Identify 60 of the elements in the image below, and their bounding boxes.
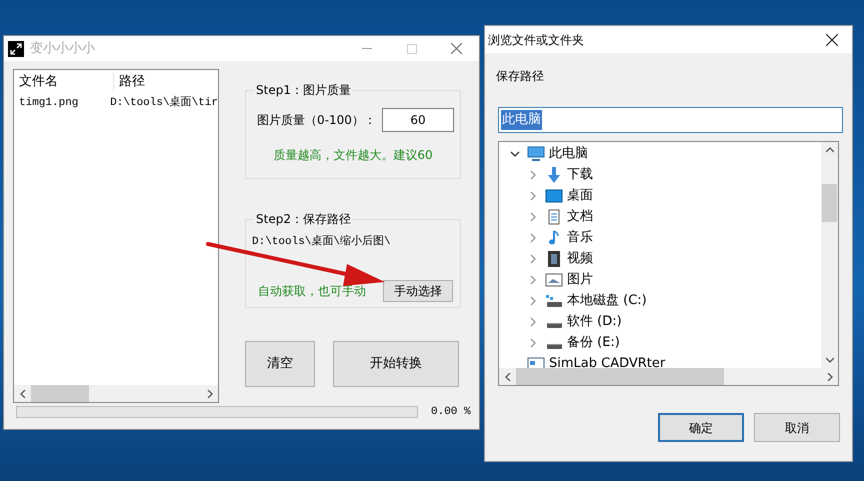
tree-item[interactable]: 视频 (499, 248, 821, 269)
scroll-down-icon[interactable] (826, 356, 834, 364)
prompt-text: 保存路径 (496, 68, 545, 85)
column-header[interactable]: 文件名 (14, 72, 114, 92)
chevron-right-icon[interactable] (528, 296, 538, 306)
column-header[interactable]: 路径 (114, 72, 150, 92)
horizontal-scrollbar[interactable] (499, 368, 838, 385)
tree-item[interactable]: 备份 (E:) (499, 332, 821, 353)
drive-icon (546, 344, 562, 348)
drive-icon (546, 322, 562, 328)
film-icon (545, 250, 563, 266)
scroll-up-icon[interactable] (826, 146, 834, 154)
hint-text: 自动获取，也可手动 (258, 283, 366, 300)
group-title: Step2：保存路径 (254, 211, 353, 227)
tree-item[interactable]: 本地磁盘 (C:) (499, 290, 821, 311)
hint-text: 质量越高，文件越大。建议60 (273, 147, 433, 164)
down-arrow-icon (545, 166, 563, 182)
dialog-button[interactable]: 取消 (754, 413, 840, 442)
tree-item[interactable]: 图片 (499, 269, 821, 290)
desktop-icon (545, 188, 563, 204)
quality-input[interactable]: 60 (382, 108, 454, 132)
vertical-scrollbar[interactable] (821, 142, 838, 368)
start-button[interactable]: 开始转换 (333, 341, 459, 387)
computer-icon (527, 146, 545, 162)
chevron-right-icon[interactable] (528, 316, 538, 326)
chevron-down-icon[interactable] (510, 148, 520, 158)
dialog-button[interactable]: 确定 (658, 413, 744, 442)
tree-item[interactable]: 桌面 (499, 185, 821, 206)
window-title: 变小小小小 (30, 40, 95, 58)
horizontal-scrollbar[interactable] (14, 385, 218, 402)
chevron-right-icon[interactable] (528, 232, 538, 242)
chevron-right-icon[interactable] (528, 338, 538, 348)
field-label: 图片质量（0-100）： (257, 112, 376, 129)
picture-icon (545, 272, 563, 288)
tree-item[interactable]: 软件 (D:) (499, 311, 821, 332)
tree-item[interactable]: 下载 (499, 164, 821, 185)
chevron-right-icon[interactable] (528, 212, 538, 222)
chevron-right-icon[interactable] (528, 170, 538, 180)
clear-button[interactable]: 清空 (245, 341, 315, 387)
path-input[interactable]: 此电脑 (498, 107, 843, 133)
drive-icon (545, 292, 563, 308)
chevron-right-icon[interactable] (528, 274, 538, 284)
app-window-icon (527, 356, 545, 368)
file-row[interactable]: timg1.png D:\tools\桌面\tir (14, 94, 218, 112)
scroll-thumb[interactable] (516, 368, 724, 385)
dialog-title: 浏览文件或文件夹 (488, 32, 584, 48)
chevron-right-icon[interactable] (528, 190, 538, 200)
tree-item[interactable]: 文档 (499, 206, 821, 227)
save-path-text: D:\tools\桌面\缩小后图\ (252, 234, 392, 250)
choose-button[interactable]: 手动选择 (383, 280, 453, 302)
group-title: Step1：图片质量 (254, 82, 353, 98)
tree-item[interactable]: 音乐 (499, 227, 821, 248)
scroll-thumb[interactable] (31, 385, 89, 402)
chevron-right-icon[interactable] (528, 254, 538, 264)
app-icon (8, 40, 24, 56)
tree-item[interactable]: 此电脑 (499, 143, 821, 164)
progress-reading: 0.00 % (431, 404, 471, 420)
table-cell-text: D:\tools\桌面\tir (109, 94, 218, 111)
table-cell-text: timg1.png (18, 96, 80, 111)
scroll-thumb[interactable] (822, 184, 837, 222)
